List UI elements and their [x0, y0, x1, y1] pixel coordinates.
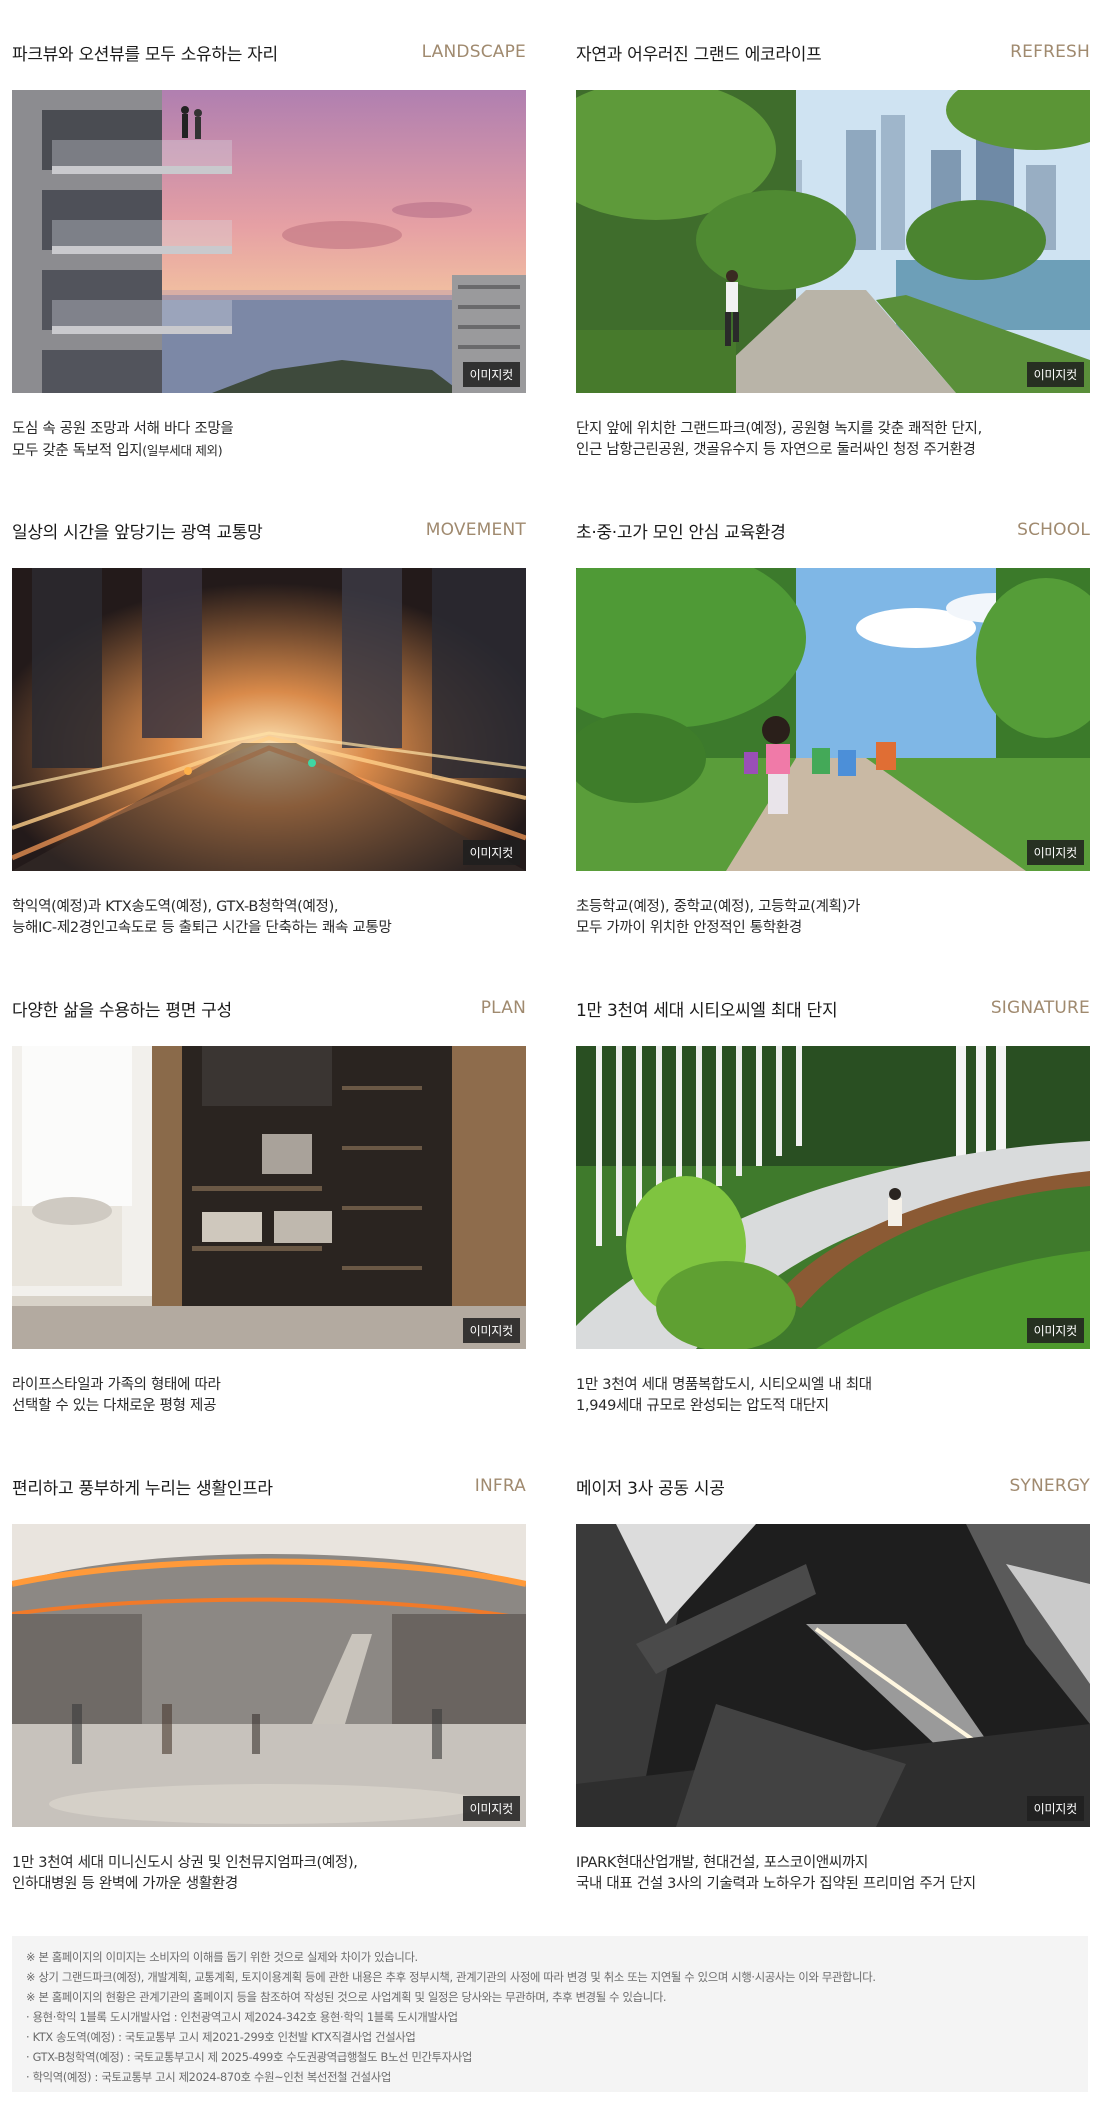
image-cut-badge: 이미지컷 [1026, 1318, 1084, 1343]
synergy-photo: 이미지컷 [576, 1524, 1090, 1827]
plan-photo: 이미지컷 [12, 1046, 526, 1349]
disclaimer-box: ※ 본 홈페이지의 이미지는 소비자의 이해를 돕기 위한 것으로 실제와 차이… [12, 1936, 1088, 2092]
feature-card-landscape: 파크뷰와 오션뷰를 모두 소유하는 자리 LANDSCAPE 이미지컷 도심 속… [12, 32, 526, 462]
image-cut-badge: 이미지컷 [462, 840, 520, 865]
card-title: 자연과 어우러진 그랜드 에코라이프 [576, 44, 822, 65]
image-cut-badge: 이미지컷 [1026, 362, 1084, 387]
description-line-2-text: 모두 갖춘 독보적 입지 [12, 443, 143, 459]
feature-card-refresh: 자연과 어우러진 그랜드 에코라이프 REFRESH 이미지컷 단지 앞에 위치… [576, 32, 1090, 461]
description-note: (일부세대 제외) [142, 443, 223, 458]
card-title: 1만 3천여 세대 시티오씨엘 최대 단지 [576, 1000, 838, 1021]
card-description: 라이프스타일과 가족의 형태에 따라 선택할 수 있는 다채로운 평형 제공 [12, 1375, 526, 1417]
description-line-2: 선택할 수 있는 다채로운 평형 제공 [12, 1398, 217, 1414]
card-description: 도심 속 공원 조망과 서해 바다 조망을 모두 갖춘 독보적 입지(일부세대 … [12, 419, 526, 462]
image-cut-badge: 이미지컷 [462, 362, 520, 387]
card-tag: SIGNATURE [990, 998, 1090, 1018]
card-header: 1만 3천여 세대 시티오씨엘 최대 단지 SIGNATURE [576, 988, 1090, 1028]
card-header: 자연과 어우러진 그랜드 에코라이프 REFRESH [576, 32, 1090, 72]
card-tag: SCHOOL [1017, 520, 1090, 540]
card-tag: SYNERGY [1009, 1476, 1090, 1496]
card-description: 단지 앞에 위치한 그랜드파크(예정), 공원형 녹지를 갖춘 쾌적한 단지, … [576, 419, 1090, 461]
card-description: IPARK현대산업개발, 현대건설, 포스코이앤씨까지 국내 대표 건설 3사의… [576, 1853, 1090, 1895]
card-tag: LANDSCAPE [421, 42, 526, 62]
description-line-2: 1,949세대 규모로 완성되는 압도적 대단지 [576, 1398, 829, 1414]
card-description: 학익역(예정)과 KTX송도역(예정), GTX-B청학역(예정), 능해IC-… [12, 897, 526, 939]
card-tag: INFRA [474, 1476, 526, 1496]
card-header: 다양한 삶을 수용하는 평면 구성 PLAN [12, 988, 526, 1028]
card-header: 초·중·고가 모인 안심 교육환경 SCHOOL [576, 510, 1090, 550]
movement-photo: 이미지컷 [12, 568, 526, 871]
description-line-2: 인하대병원 등 완벽에 가까운 생활환경 [12, 1876, 238, 1892]
image-cut-badge: 이미지컷 [462, 1796, 520, 1821]
image-cut-badge: 이미지컷 [462, 1318, 520, 1343]
landscape-photo: 이미지컷 [12, 90, 526, 393]
card-header: 일상의 시간을 앞당기는 광역 교통망 MOVEMENT [12, 510, 526, 550]
description-line-1: 1만 3천여 세대 명품복합도시, 시티오씨엘 내 최대 [576, 1377, 872, 1393]
description-line-2: 인근 남항근린공원, 갯골유수지 등 자연으로 둘러싸인 청정 주거환경 [576, 442, 976, 458]
disclaimer-line: · GTX-B청학역(예정) : 국토교통부고시 제 2025-499호 수도권… [26, 2051, 473, 2064]
description-line-1: 1만 3천여 세대 미니신도시 상권 및 인천뮤지엄파크(예정), [12, 1855, 358, 1871]
description-line-2: 국내 대표 건설 3사의 기술력과 노하우가 집약된 프리미엄 주거 단지 [576, 1876, 976, 1892]
disclaimer-line: · 학익역(예정) : 국토교통부 고시 제2024-870호 수원~인천 복선… [26, 2071, 391, 2084]
feature-card-infra: 편리하고 풍부하게 누리는 생활인프라 INFRA 이미지컷 1만 3천여 세대… [12, 1466, 526, 1895]
card-tag: MOVEMENT [425, 520, 526, 540]
infra-photo: 이미지컷 [12, 1524, 526, 1827]
disclaimer-line: · 용현·학익 1블록 도시개발사업 : 인천광역고시 제2024-342호 용… [26, 2011, 458, 2024]
description-line-1: 도심 속 공원 조망과 서해 바다 조망을 [12, 421, 234, 437]
card-title: 초·중·고가 모인 안심 교육환경 [576, 522, 786, 543]
feature-card-plan: 다양한 삶을 수용하는 평면 구성 PLAN 이미지컷 라이프스타일과 가족의 … [12, 988, 526, 1417]
image-cut-badge: 이미지컷 [1026, 1796, 1084, 1821]
refresh-photo: 이미지컷 [576, 90, 1090, 393]
description-line-2: 모두 갖춘 독보적 입지(일부세대 제외) [12, 440, 526, 462]
card-title: 메이저 3사 공동 시공 [576, 1478, 725, 1499]
feature-card-synergy: 메이저 3사 공동 시공 SYNERGY 이미지컷 IPARK현대산업개발, 현… [576, 1466, 1090, 1895]
description-line-1: 학익역(예정)과 KTX송도역(예정), GTX-B청학역(예정), [12, 899, 339, 915]
card-title: 다양한 삶을 수용하는 평면 구성 [12, 1000, 232, 1021]
signature-photo: 이미지컷 [576, 1046, 1090, 1349]
description-line-1: 단지 앞에 위치한 그랜드파크(예정), 공원형 녹지를 갖춘 쾌적한 단지, [576, 421, 982, 437]
feature-card-signature: 1만 3천여 세대 시티오씨엘 최대 단지 SIGNATURE 이미지컷 1만 … [576, 988, 1090, 1417]
card-header: 편리하고 풍부하게 누리는 생활인프라 INFRA [12, 1466, 526, 1506]
school-photo: 이미지컷 [576, 568, 1090, 871]
card-tag: REFRESH [1010, 42, 1090, 62]
disclaimer-line: · KTX 송도역(예정) : 국토교통부 고시 제2021-299호 인천발 … [26, 2031, 416, 2044]
image-cut-badge: 이미지컷 [1026, 840, 1084, 865]
disclaimer-line: ※ 본 홈페이지의 현황은 관계기관의 홈페이지 등을 참조하여 작성된 것으로… [26, 1991, 667, 2004]
card-description: 1만 3천여 세대 미니신도시 상권 및 인천뮤지엄파크(예정), 인하대병원 … [12, 1853, 526, 1895]
description-line-2: 모두 가까이 위치한 안정적인 통학환경 [576, 920, 802, 936]
card-title: 편리하고 풍부하게 누리는 생활인프라 [12, 1478, 273, 1499]
feature-card-movement: 일상의 시간을 앞당기는 광역 교통망 MOVEMENT 이미지컷 학익역(예정… [12, 510, 526, 939]
description-line-1: 라이프스타일과 가족의 형태에 따라 [12, 1377, 221, 1393]
card-title: 파크뷰와 오션뷰를 모두 소유하는 자리 [12, 44, 278, 65]
feature-card-school: 초·중·고가 모인 안심 교육환경 SCHOOL 이미지컷 초등학교(예정), … [576, 510, 1090, 939]
description-line-1: IPARK현대산업개발, 현대건설, 포스코이앤씨까지 [576, 1855, 869, 1871]
disclaimer-line: ※ 본 홈페이지의 이미지는 소비자의 이해를 돕기 위한 것으로 실제와 차이… [26, 1951, 418, 1964]
description-line-1: 초등학교(예정), 중학교(예정), 고등학교(계획)가 [576, 899, 861, 915]
card-header: 메이저 3사 공동 시공 SYNERGY [576, 1466, 1090, 1506]
description-line-2: 능해IC-제2경인고속도로 등 출퇴근 시간을 단축하는 쾌속 교통망 [12, 920, 392, 936]
card-description: 초등학교(예정), 중학교(예정), 고등학교(계획)가 모두 가까이 위치한 … [576, 897, 1090, 939]
card-header: 파크뷰와 오션뷰를 모두 소유하는 자리 LANDSCAPE [12, 32, 526, 72]
card-title: 일상의 시간을 앞당기는 광역 교통망 [12, 522, 263, 543]
card-description: 1만 3천여 세대 명품복합도시, 시티오씨엘 내 최대 1,949세대 규모로… [576, 1375, 1090, 1417]
card-tag: PLAN [480, 998, 526, 1018]
disclaimer-line: ※ 상기 그랜드파크(예정), 개발계획, 교통계획, 토지이용계획 등에 관한… [26, 1971, 876, 1984]
